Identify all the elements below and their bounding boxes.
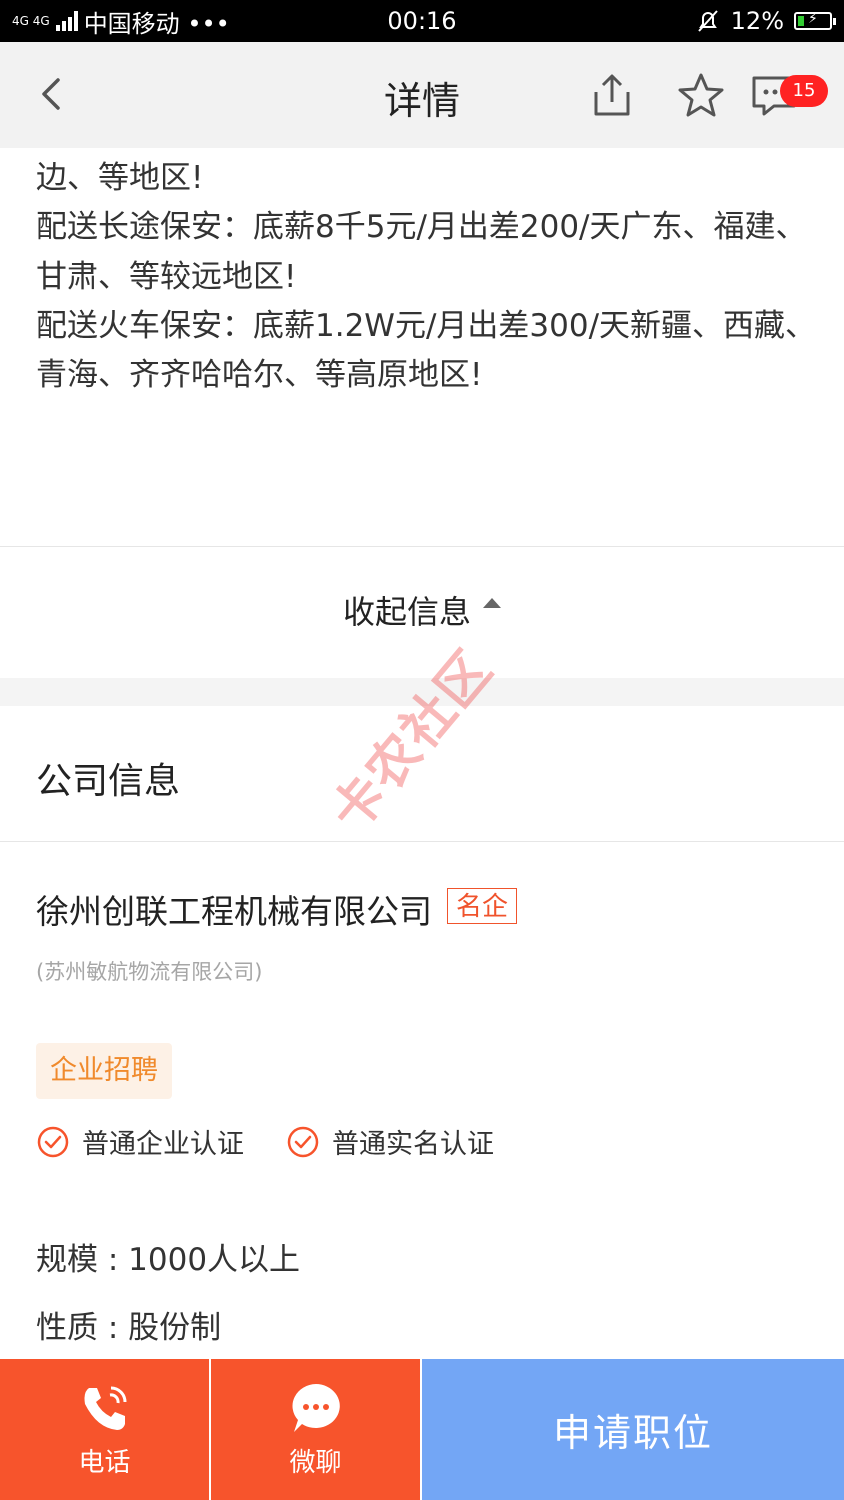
description-line: 配送火车保安：底薪1.2W元/月出差300/天新疆、西藏、青海、齐齐哈哈尔、等高… — [36, 307, 817, 394]
bottom-action-bar: 电话 微聊 申请职位 — [0, 1359, 844, 1500]
favorite-star-icon[interactable] — [676, 70, 726, 120]
chat-label: 微聊 — [289, 1448, 342, 1478]
company-alias: (苏州敏航物流有限公司) — [36, 960, 263, 984]
chat-button[interactable]: 微聊 — [211, 1359, 422, 1500]
back-arrow-icon[interactable] — [30, 72, 74, 116]
phone-button[interactable]: 电话 — [0, 1359, 211, 1500]
certification-item: 普通实名认证 — [286, 1122, 494, 1161]
scale-value: 1000人以上 — [128, 1242, 301, 1278]
carrier-name: 中国移动 ••• — [83, 9, 230, 38]
famous-company-badge: 名企 — [447, 888, 517, 924]
chat-bubble-icon — [292, 1384, 340, 1432]
description-line: 配送长途保安：底薪8千5元/月出差200/天广东、福建、甘肃、等较远地区! — [36, 209, 807, 295]
scale-label: 规模 — [36, 1242, 98, 1278]
share-icon[interactable] — [586, 70, 636, 120]
recruit-tag: 企业招聘 — [36, 1043, 172, 1099]
mute-bell-icon — [697, 10, 718, 32]
job-description: 边、等地区! 配送长途保安：底薪8千5元/月出差200/天广东、福建、甘肃、等较… — [36, 154, 816, 400]
company-scale: 规模 : 1000人以上 — [36, 1242, 301, 1278]
divider — [0, 841, 844, 842]
description-line: 边、等地区! — [36, 160, 204, 196]
check-circle-icon — [37, 1126, 69, 1157]
battery-percent: 12% — [730, 7, 784, 35]
caret-up-icon — [483, 598, 501, 608]
certification-label: 普通企业认证 — [82, 1129, 244, 1160]
nature-value: 股份制 — [128, 1310, 222, 1346]
signal-icon — [55, 11, 78, 31]
watermark: 卡农社区 — [319, 639, 505, 844]
status-bar: 4G 4G 中国移动 ••• 00:16 12% ⚡ — [0, 0, 844, 42]
phone-icon — [84, 1386, 126, 1430]
collapse-info-button[interactable]: 收起信息 — [0, 580, 844, 650]
section-gap — [0, 678, 844, 706]
check-circle-icon — [287, 1126, 319, 1157]
apply-job-button[interactable]: 申请职位 — [422, 1359, 844, 1500]
phone-label: 电话 — [78, 1448, 131, 1478]
nav-header: 详情 15 — [0, 42, 844, 148]
message-count-badge: 15 — [780, 75, 828, 107]
collapse-info-label: 收起信息 — [342, 593, 471, 631]
certification-item: 普通企业认证 — [36, 1122, 244, 1161]
nature-label: 性质 — [36, 1310, 98, 1346]
certification-label: 普通实名认证 — [332, 1129, 494, 1160]
company-name[interactable]: 徐州创联工程机械有限公司 — [36, 885, 432, 933]
battery-icon: ⚡ — [794, 11, 836, 30]
divider — [0, 546, 844, 547]
network-type: 4G 4G — [12, 14, 50, 28]
company-nature: 性质 : 股份制 — [36, 1310, 222, 1346]
company-section-title: 公司信息 — [36, 761, 181, 802]
